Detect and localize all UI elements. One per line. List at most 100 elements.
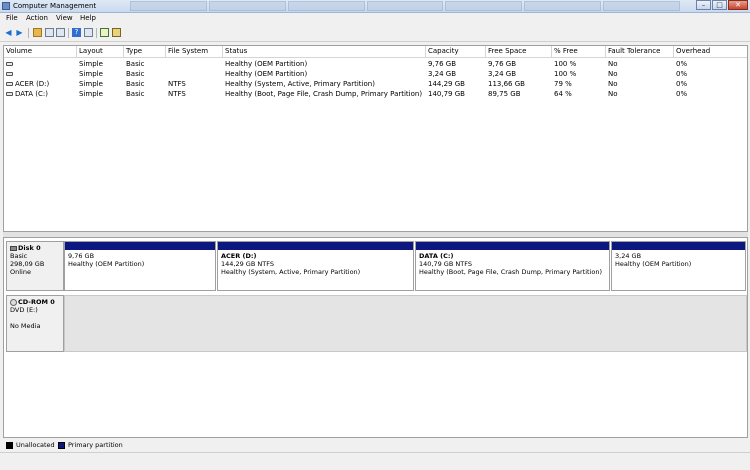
partition-name: DATA (C:) [419, 252, 454, 260]
legend-unallocated: Unallocated [16, 441, 55, 449]
status-cell: Healthy (OEM Partition) [225, 70, 308, 78]
toolbar: ◀ ▶ ? [0, 25, 750, 42]
title-bar: Computer Management – □ ✕ [0, 0, 750, 13]
forward-arrow-icon[interactable]: ▶ [15, 28, 24, 37]
check-icon[interactable] [112, 28, 121, 37]
table-row[interactable]: Simple Basic Healthy (OEM Partition) 9,7… [4, 59, 747, 69]
col-free-space[interactable]: Free Space [486, 46, 552, 57]
partition-oem-1[interactable]: 9,76 GB Healthy (OEM Partition) [64, 241, 216, 291]
pct-free-cell: 100 % [554, 60, 577, 68]
volume-name: ACER (D:) [15, 80, 50, 88]
back-arrow-icon[interactable]: ◀ [4, 28, 13, 37]
up-folder-icon[interactable] [33, 28, 42, 37]
col-fault-tolerance[interactable]: Fault Tolerance [606, 46, 674, 57]
type-cell: Basic [126, 90, 145, 98]
layout-cell: Simple [79, 90, 103, 98]
partition-data-c[interactable]: DATA (C:) 140,79 GB NTFS Healthy (Boot, … [415, 241, 610, 291]
list-view-icon[interactable] [84, 28, 93, 37]
col-layout[interactable]: Layout [77, 46, 124, 57]
partition-acer-d[interactable]: ACER (D:) 144,29 GB NTFS Healthy (System… [217, 241, 414, 291]
col-status[interactable]: Status [223, 46, 426, 57]
primary-partition-bar [65, 242, 215, 250]
table-row[interactable]: Simple Basic Healthy (OEM Partition) 3,2… [4, 69, 747, 79]
cd-drive-icon [10, 298, 17, 306]
volume-list-header: Volume Layout Type File System Status Ca… [4, 46, 747, 58]
capacity-cell: 9,76 GB [428, 60, 457, 68]
properties-icon[interactable] [56, 28, 65, 37]
col-file-system[interactable]: File System [166, 46, 223, 57]
primary-partition-bar [612, 242, 745, 250]
toolbar-separator [68, 28, 69, 38]
cdrom-0-state: No Media [10, 322, 41, 330]
free-space-cell: 89,75 GB [488, 90, 521, 98]
col-pct-free[interactable]: % Free [552, 46, 606, 57]
volume-list: Volume Layout Type File System Status Ca… [3, 45, 748, 232]
fault-cell: No [608, 70, 618, 78]
primary-partition-bar [416, 242, 609, 250]
free-space-cell: 3,24 GB [488, 70, 517, 78]
pct-free-cell: 64 % [554, 90, 572, 98]
toolbar-separator [96, 28, 97, 38]
fault-cell: No [608, 60, 618, 68]
overhead-cell: 0% [676, 70, 688, 78]
overhead-cell: 0% [676, 90, 688, 98]
capacity-cell: 144,29 GB [428, 80, 465, 88]
close-button[interactable]: ✕ [728, 0, 748, 10]
partition-status: Healthy (OEM Partition) [68, 260, 145, 268]
primary-partition-swatch [58, 442, 65, 449]
col-type[interactable]: Type [124, 46, 166, 57]
type-cell: Basic [126, 80, 145, 88]
fs-cell: NTFS [168, 80, 186, 88]
pct-free-cell: 100 % [554, 70, 577, 78]
volume-name: DATA (C:) [15, 90, 48, 98]
toolbar-separator [28, 28, 29, 38]
partition-size: 9,76 GB [68, 252, 95, 260]
partition-oem-2[interactable]: 3,24 GB Healthy (OEM Partition) [611, 241, 746, 291]
volume-icon [6, 62, 13, 66]
col-volume[interactable]: Volume [4, 46, 77, 57]
partition-status: Healthy (Boot, Page File, Crash Dump, Pr… [419, 268, 602, 276]
table-row[interactable]: ACER (D:) Simple Basic NTFS Healthy (Sys… [4, 79, 747, 89]
cdrom-0-media-area[interactable] [64, 295, 747, 352]
disk-0-type: Basic [10, 252, 28, 260]
volume-icon [6, 72, 13, 76]
status-cell: Healthy (Boot, Page File, Crash Dump, Pr… [225, 90, 423, 98]
capacity-cell: 140,79 GB [428, 90, 465, 98]
layout-cell: Simple [79, 80, 103, 88]
maximize-button[interactable]: □ [712, 0, 727, 10]
col-overhead[interactable]: Overhead [674, 46, 747, 57]
hard-disk-icon [10, 245, 17, 251]
table-row[interactable]: DATA (C:) Simple Basic NTFS Healthy (Boo… [4, 89, 747, 99]
partition-size: 3,24 GB [615, 252, 642, 260]
capacity-cell: 3,24 GB [428, 70, 457, 78]
refresh-icon[interactable] [100, 28, 109, 37]
fs-cell: NTFS [168, 90, 186, 98]
status-cell: Healthy (OEM Partition) [225, 60, 308, 68]
free-space-cell: 9,76 GB [488, 60, 517, 68]
status-bar [0, 452, 750, 470]
menu-help[interactable]: Help [80, 14, 96, 22]
minimize-button[interactable]: – [696, 0, 711, 10]
unallocated-swatch [6, 442, 13, 449]
disk-0-state: Online [10, 268, 31, 276]
fault-cell: No [608, 90, 618, 98]
volume-cell [6, 69, 15, 79]
menu-view[interactable]: View [56, 14, 73, 22]
partition-status: Healthy (OEM Partition) [615, 260, 692, 268]
type-cell: Basic [126, 70, 145, 78]
menu-action[interactable]: Action [26, 14, 48, 22]
legend-primary-partition: Primary partition [68, 441, 123, 449]
type-cell: Basic [126, 60, 145, 68]
cdrom-0-label[interactable]: CD-ROM 0 DVD (E:) No Media [6, 295, 64, 352]
show-hide-tree-icon[interactable] [45, 28, 54, 37]
cdrom-0-name: CD-ROM 0 [18, 298, 55, 306]
volume-icon [6, 92, 13, 96]
partition-size: 140,79 GB NTFS [419, 260, 472, 268]
help-icon[interactable]: ? [72, 28, 81, 37]
app-icon [2, 2, 10, 10]
disk-0-label[interactable]: Disk 0 Basic 298,09 GB Online [6, 241, 64, 291]
disk-0-name: Disk 0 [18, 244, 41, 252]
menu-file[interactable]: File [6, 14, 18, 22]
fault-cell: No [608, 80, 618, 88]
col-capacity[interactable]: Capacity [426, 46, 486, 57]
